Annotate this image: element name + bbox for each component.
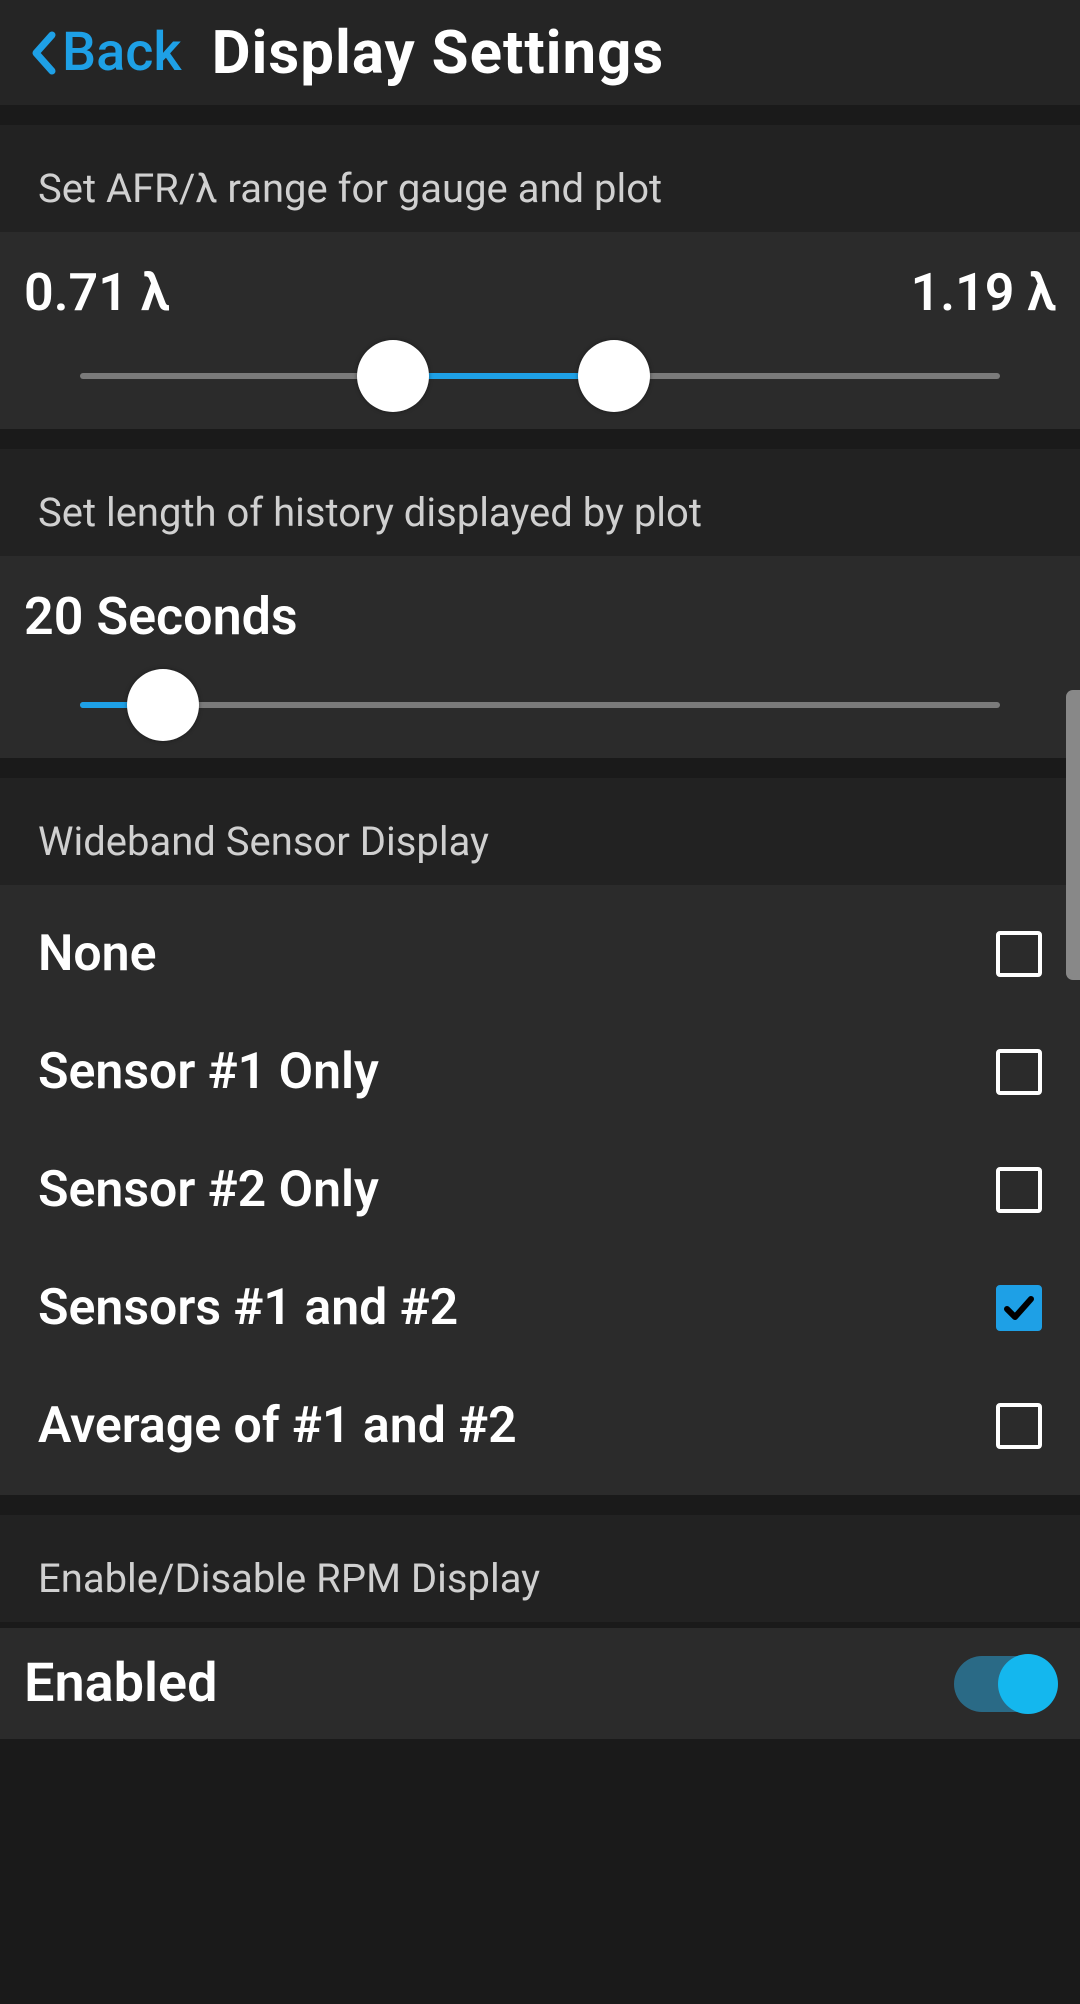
afr-range-min-value: 0.71 λ — [24, 262, 169, 323]
wideband-option-label: None — [38, 925, 157, 983]
afr-range-slider[interactable] — [80, 373, 1000, 379]
history-value: 20 Seconds — [0, 576, 1080, 647]
checkbox[interactable] — [996, 1403, 1042, 1449]
wideband-option-label: Sensor #2 Only — [38, 1161, 379, 1219]
wideband-option-label: Sensors #1 and #2 — [38, 1279, 458, 1337]
wideband-option-row[interactable]: Sensor #2 Only — [0, 1131, 1080, 1249]
afr-range-thumb-high[interactable] — [578, 340, 650, 412]
section-header-rpm: Enable/Disable RPM Display — [0, 1515, 1080, 1622]
wideband-option-row[interactable]: Sensor #1 Only — [0, 1013, 1080, 1131]
wideband-option-row[interactable]: Average of #1 and #2 — [0, 1367, 1080, 1485]
afr-range-max-value: 1.19 λ — [911, 262, 1056, 323]
section-header-wideband: Wideband Sensor Display — [0, 778, 1080, 885]
back-label: Back — [62, 21, 182, 84]
section-body-wideband: None Sensor #1 Only Sensor #2 Only Sensors … — [0, 885, 1080, 1495]
chevron-left-icon — [30, 31, 56, 75]
checkbox[interactable] — [996, 1167, 1042, 1213]
rpm-toggle-label: Enabled — [24, 1652, 217, 1715]
checkbox[interactable] — [996, 1049, 1042, 1095]
rpm-toggle-row: Enabled — [0, 1628, 1080, 1739]
back-button[interactable]: Back — [30, 21, 182, 84]
afr-range-thumb-low[interactable] — [357, 340, 429, 412]
wideband-option-label: Sensor #1 Only — [38, 1043, 379, 1101]
wideband-option-label: Average of #1 and #2 — [38, 1397, 517, 1455]
page-title: Display Settings — [212, 17, 665, 88]
section-header-history: Set length of history displayed by plot — [0, 449, 1080, 556]
section-body-history: 20 Seconds — [0, 556, 1080, 758]
section-body-afr-range: 0.71 λ 1.19 λ — [0, 232, 1080, 429]
checkbox[interactable] — [996, 931, 1042, 977]
checkbox[interactable] — [996, 1285, 1042, 1331]
header-bar: Back Display Settings — [0, 0, 1080, 105]
history-slider-thumb[interactable] — [127, 669, 199, 741]
rpm-toggle[interactable] — [954, 1656, 1054, 1712]
section-header-afr-range: Set AFR/λ range for gauge and plot — [0, 125, 1080, 232]
scrollbar[interactable] — [1066, 690, 1080, 980]
wideband-option-row[interactable]: None — [0, 895, 1080, 1013]
toggle-knob-icon — [998, 1654, 1058, 1714]
wideband-option-row[interactable]: Sensors #1 and #2 — [0, 1249, 1080, 1367]
history-slider[interactable] — [80, 702, 1000, 708]
